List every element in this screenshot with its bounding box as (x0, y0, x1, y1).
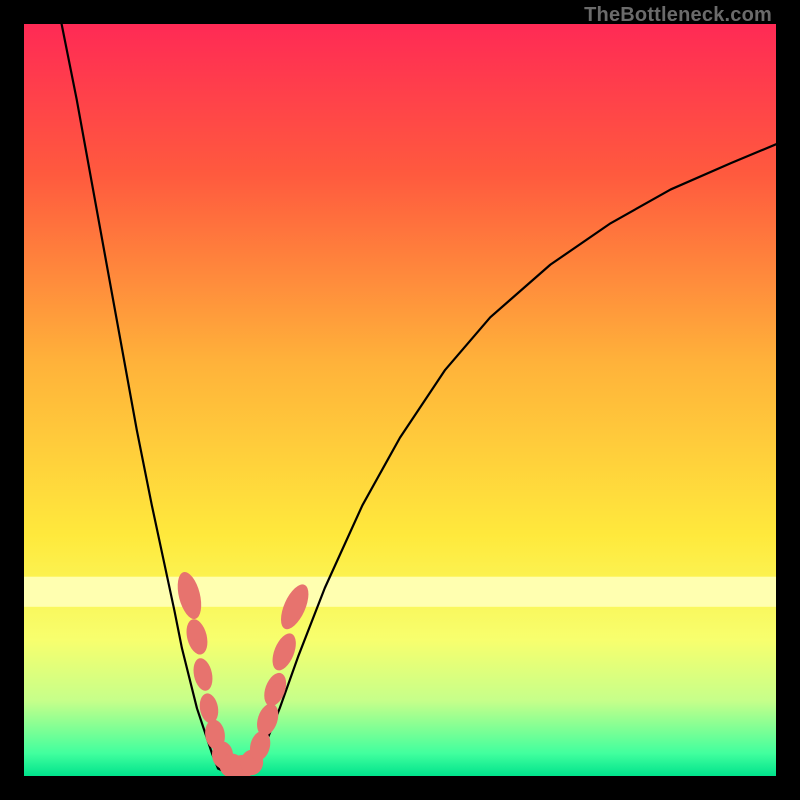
chart-background (24, 24, 776, 776)
highlight-band (24, 577, 776, 607)
chart-svg (24, 24, 776, 776)
chart-frame (24, 24, 776, 776)
